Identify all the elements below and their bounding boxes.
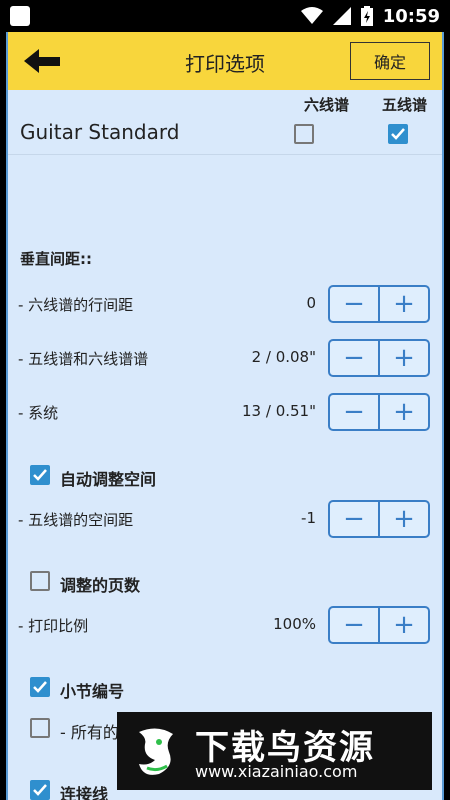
auto-adjust-checkbox[interactable]: [30, 465, 50, 485]
all-measures-checkbox[interactable]: [30, 718, 50, 738]
increment-button[interactable]: +: [380, 395, 428, 429]
print-options-screen: 打印选项 确定 六线谱 五线谱 Guitar Standard 垂直间距:: -…: [6, 32, 444, 800]
status-bar: 10:59: [0, 0, 450, 32]
battery-icon: [360, 6, 373, 26]
measure-numbers-checkbox[interactable]: [30, 677, 50, 697]
measure-numbers-label: 小节编号: [60, 682, 125, 701]
auto-adjust-label: 自动调整空间: [60, 470, 157, 489]
column-six-line: 六线谱: [304, 96, 350, 114]
decrement-button[interactable]: −: [330, 502, 380, 536]
top-bar: 打印选项 确定: [8, 32, 442, 90]
wifi-icon: [300, 7, 323, 24]
staff-spacing-stepper: − +: [328, 500, 430, 538]
vertical-spacing-heading: 垂直间距::: [20, 250, 92, 268]
print-scale-stepper: − +: [328, 606, 430, 644]
status-icons: 10:59: [300, 4, 440, 28]
decrement-button[interactable]: −: [330, 608, 380, 642]
six-line-checkbox[interactable]: [294, 124, 314, 144]
increment-button[interactable]: +: [380, 608, 428, 642]
print-scale-value: 100%: [273, 615, 316, 633]
decrement-button[interactable]: −: [330, 395, 380, 429]
signal-icon: [332, 7, 351, 25]
confirm-button[interactable]: 确定: [350, 42, 430, 80]
page-count-label: 调整的页数: [60, 576, 141, 595]
staff-spacing-value: -1: [301, 509, 316, 527]
watermark-url: www.xiazainiao.com: [195, 762, 358, 781]
watermark-banner: 下载鸟资源 www.xiazainiao.com: [117, 712, 432, 790]
system-spacing-value: 13 / 0.51": [242, 402, 316, 420]
increment-button[interactable]: +: [380, 502, 428, 536]
tab-line-spacing-stepper: − +: [328, 285, 430, 323]
check-icon: [33, 681, 47, 693]
connector-label: 连接线: [60, 785, 109, 800]
system-spacing-stepper: − +: [328, 393, 430, 431]
divider: [8, 154, 442, 155]
increment-button[interactable]: +: [380, 287, 428, 321]
staff-spacing-label: - 五线谱的空间距: [18, 511, 134, 529]
five-line-checkbox[interactable]: [388, 124, 408, 144]
staff-tab-spacing-value: 2 / 0.08": [251, 348, 316, 366]
decrement-button[interactable]: −: [330, 341, 380, 375]
check-icon: [33, 784, 47, 796]
staff-tab-spacing-label: - 五线谱和六线谱谱: [18, 350, 149, 368]
print-scale-label: - 打印比例: [18, 617, 89, 635]
check-icon: [33, 469, 47, 481]
bird-logo-icon: [139, 728, 173, 775]
increment-button[interactable]: +: [380, 341, 428, 375]
column-five-line: 五线谱: [382, 96, 428, 114]
connector-checkbox[interactable]: [30, 780, 50, 800]
clock: 10:59: [382, 5, 440, 27]
decrement-button[interactable]: −: [330, 287, 380, 321]
staff-tab-spacing-stepper: − +: [328, 339, 430, 377]
tab-line-spacing-label: - 六线谱的行间距: [18, 296, 134, 314]
tab-line-spacing-value: 0: [306, 294, 316, 312]
check-icon: [391, 128, 405, 140]
all-measures-label: - 所有的: [60, 723, 119, 742]
page-count-checkbox[interactable]: [30, 571, 50, 591]
system-spacing-label: - 系统: [18, 404, 59, 422]
instrument-name: Guitar Standard: [20, 120, 180, 144]
notification-icon: [10, 6, 30, 26]
